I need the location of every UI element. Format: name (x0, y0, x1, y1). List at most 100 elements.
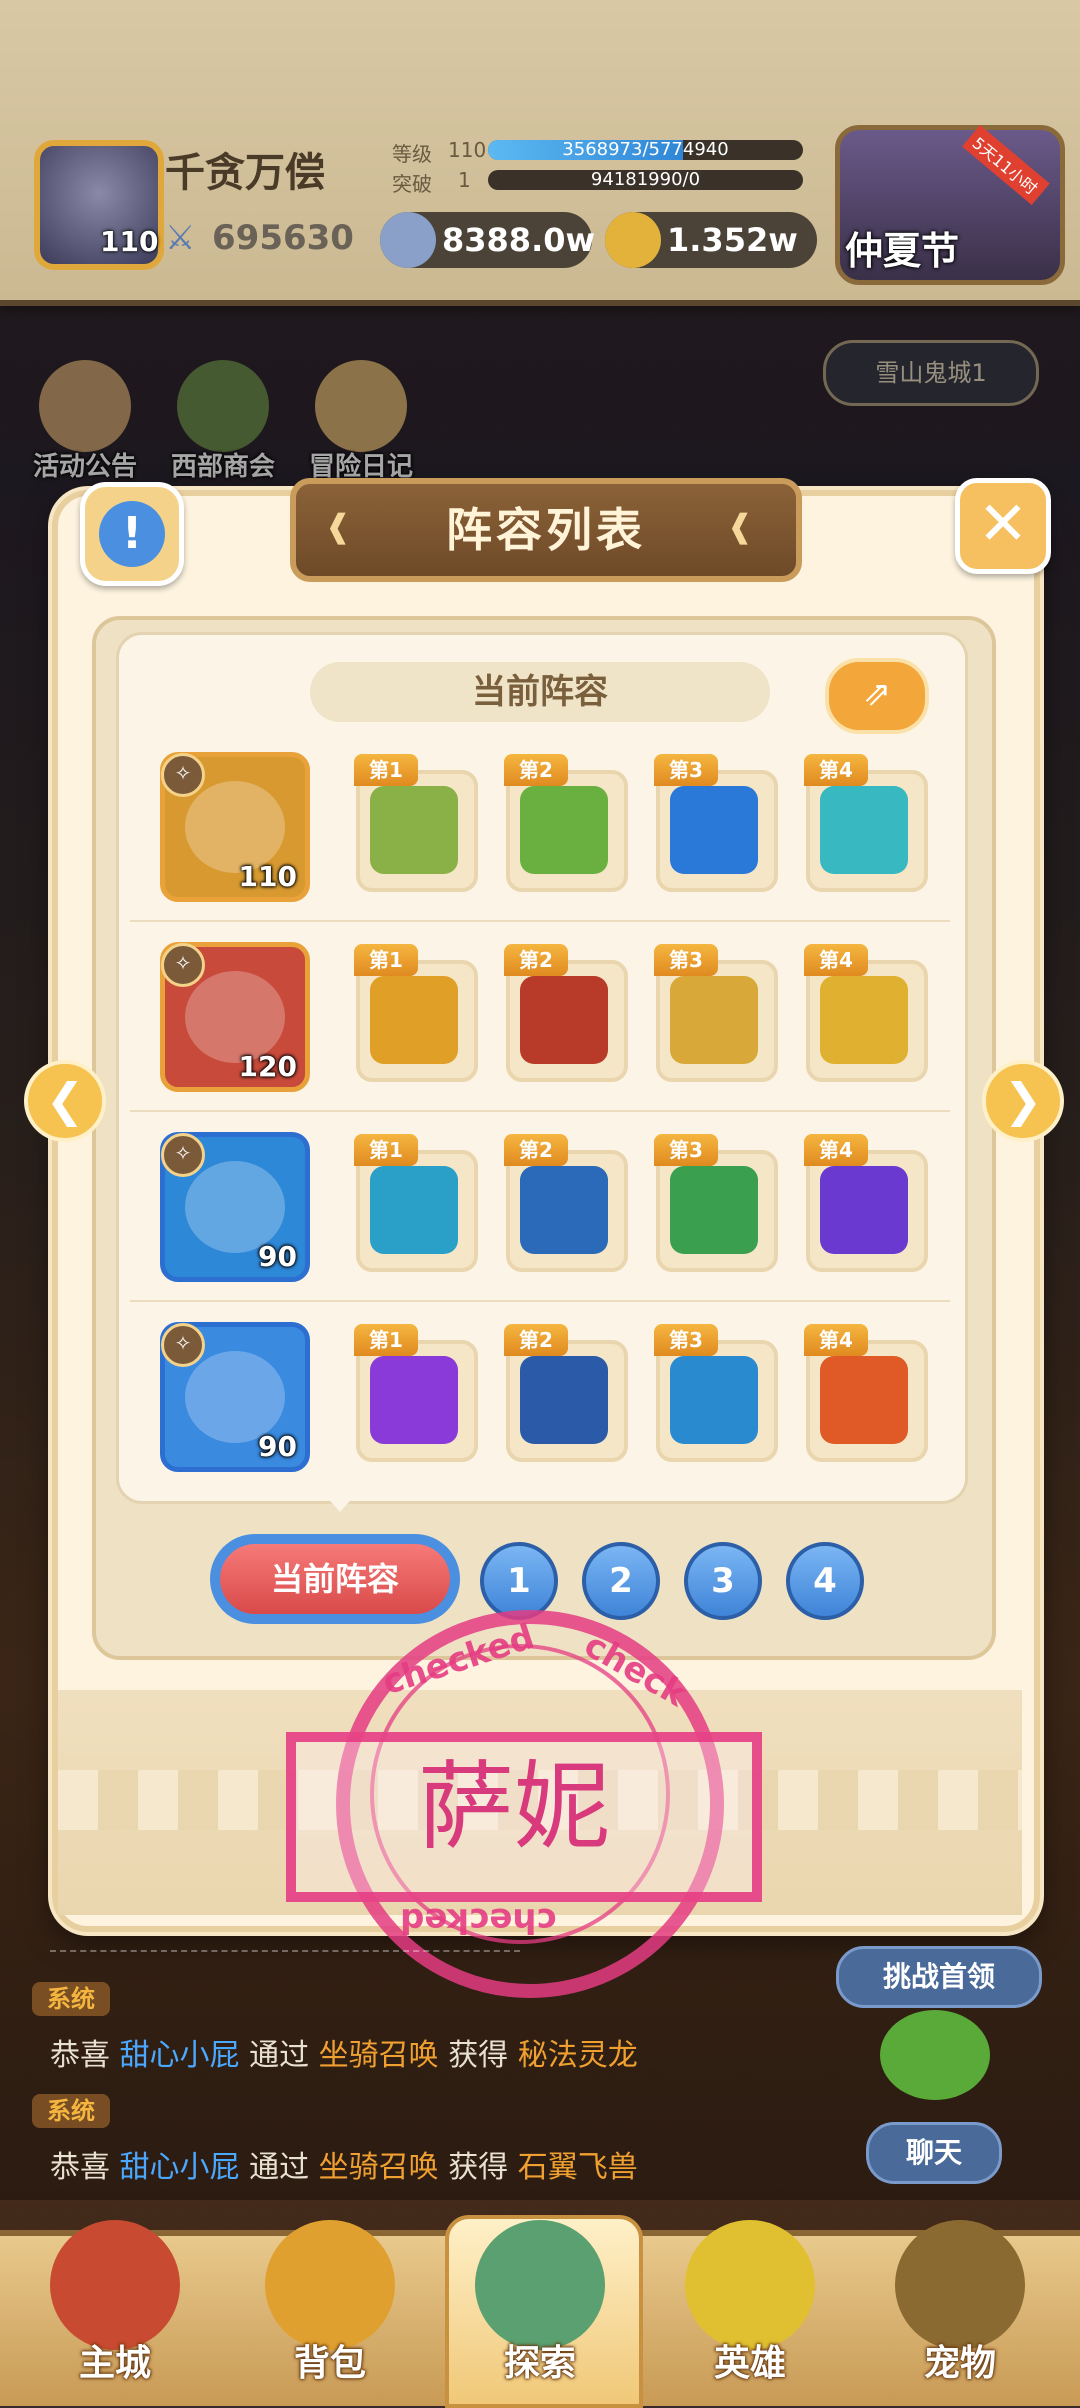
stamp-bottom-text: checked (400, 1900, 557, 1940)
skill-slot[interactable]: 第1 (354, 1324, 478, 1462)
card-pointer (322, 1492, 358, 1512)
map-scroll-icon (475, 2220, 605, 2350)
skill-order-tag: 第4 (804, 754, 868, 786)
chat-message: 恭喜 甜心小屁 通过 坐骑召唤 获得 石翼飞兽 (50, 2142, 638, 2186)
dragon-eye-skill-icon (520, 976, 608, 1064)
chat-reward: 石翼飞兽 (517, 2150, 638, 2185)
tab-current-team[interactable]: 当前阵容 (210, 1534, 460, 1624)
chat-source: 坐骑召唤 (318, 2150, 439, 2185)
silver-value: 8388.0w (442, 221, 596, 259)
hero-slot[interactable]: ✧ 90 (160, 1322, 310, 1472)
rank-label: 等级 (392, 142, 432, 166)
skill-slot[interactable]: 第4 (804, 754, 928, 892)
chat-text: 获得 (448, 2038, 509, 2073)
skill-slot[interactable]: 第3 (654, 754, 778, 892)
skill-order-tag: 第3 (654, 944, 718, 976)
pet-egg-icon (895, 2220, 1025, 2350)
skill-slot[interactable]: 第1 (354, 754, 478, 892)
skill-order-tag: 第4 (804, 1324, 868, 1356)
hero-face-icon (685, 2220, 815, 2350)
element-badge-icon: ✧ (161, 753, 205, 797)
challenge-boss-button[interactable]: 挑战首领 (836, 1946, 1042, 2008)
gold-currency[interactable]: 1.352w (605, 212, 817, 268)
nav-label: 探索 (503, 2343, 576, 2384)
skill-order-tag: 第4 (804, 1134, 868, 1166)
share-button[interactable]: ⇗ (825, 658, 929, 734)
tab-team-4[interactable]: 4 (786, 1542, 864, 1620)
skill-slot[interactable]: 第4 (804, 1324, 928, 1462)
nav-label: 背包 (293, 2343, 366, 2384)
ice-staff-skill-icon (670, 1356, 758, 1444)
skill-slot[interactable]: 第4 (804, 1134, 928, 1272)
hero-level: 110 (238, 860, 297, 893)
skill-slot[interactable]: 第2 (504, 1134, 628, 1272)
nav-label: 英雄 (713, 2343, 786, 2384)
nav-label: 主城 (78, 2343, 151, 2384)
hero-slot[interactable]: ✧ 120 (160, 942, 310, 1092)
skill-slot[interactable]: 第1 (354, 1134, 478, 1272)
info-button[interactable]: ! (80, 482, 184, 586)
skill-slot[interactable]: 第2 (504, 1324, 628, 1462)
chat-player[interactable]: 甜心小屁 (120, 2150, 240, 2185)
event-label: 仲夏节 (845, 229, 960, 273)
chat-text: 恭喜 (50, 2038, 110, 2073)
row-divider (130, 1300, 950, 1302)
skill-order-tag: 第2 (504, 1324, 568, 1356)
gold-value: 1.352w (667, 221, 798, 259)
arcane-circle-skill-icon (370, 1356, 458, 1444)
tab-team-1[interactable]: 1 (480, 1542, 558, 1620)
chat-divider (50, 1950, 520, 1952)
hero-level: 90 (258, 1240, 297, 1273)
nav-hero[interactable]: 英雄 (655, 2220, 845, 2400)
leaf-skill-icon (370, 1166, 458, 1254)
title-swirl-right-icon: ❰ (726, 507, 754, 545)
skill-slot[interactable]: 第1 (354, 944, 478, 1082)
chat-button[interactable]: 聊天 (866, 2122, 1002, 2184)
tab-team-3[interactable]: 3 (684, 1542, 762, 1620)
power-value: 695630 (212, 218, 354, 258)
chevron-left-icon: ❮ (45, 1073, 85, 1127)
backpack-icon (265, 2220, 395, 2350)
row-divider (130, 920, 950, 922)
skill-order-tag: 第2 (504, 944, 568, 976)
tab-team-2[interactable]: 2 (582, 1542, 660, 1620)
skill-slot[interactable]: 第2 (504, 754, 628, 892)
skill-slot[interactable]: 第2 (504, 944, 628, 1082)
skill-order-tag: 第3 (654, 1134, 718, 1166)
ghost-skill-icon (820, 786, 908, 874)
hero-level: 120 (238, 1050, 297, 1083)
silver-currency[interactable]: 8388.0w (380, 212, 596, 268)
share-icon: ⇗ (862, 674, 892, 714)
hero-slot[interactable]: ✧ 110 (160, 752, 310, 902)
skill-slot[interactable]: 第4 (804, 944, 928, 1082)
skill-slot[interactable]: 第3 (654, 1324, 778, 1462)
golden-dragon-skill-icon (820, 976, 908, 1064)
red-mask-skill-icon (520, 1356, 608, 1444)
system-tag: 系统 (32, 1982, 110, 2016)
chat-message: 恭喜 甜心小屁 通过 坐骑召唤 获得 秘法灵龙 (50, 2030, 638, 2074)
nav-backpack[interactable]: 背包 (235, 2220, 425, 2400)
skill-order-tag: 第3 (654, 754, 718, 786)
next-arrow-button[interactable]: ❯ (982, 1060, 1064, 1142)
row-divider (130, 1110, 950, 1112)
break-label: 突破 (392, 172, 432, 196)
close-icon: ✕ (977, 489, 1029, 559)
skill-order-tag: 第1 (354, 944, 418, 976)
nav-main-city[interactable]: 主城 (20, 2220, 210, 2400)
tree-guardian-skill-icon (520, 1166, 608, 1254)
prev-arrow-button[interactable]: ❮ (24, 1060, 106, 1142)
nav-pet[interactable]: 宠物 (865, 2220, 1055, 2400)
chat-bubble-icon[interactable] (880, 2010, 990, 2100)
skill-slot[interactable]: 第3 (654, 944, 778, 1082)
break-value: 1 (458, 168, 471, 192)
nav-explore[interactable]: 探索 (445, 2220, 635, 2400)
break-text: 94181990/0 (590, 169, 701, 190)
skill-slot[interactable]: 第3 (654, 1134, 778, 1272)
skill-order-tag: 第3 (654, 1324, 718, 1356)
skill-order-tag: 第1 (354, 1134, 418, 1166)
close-button[interactable]: ✕ (955, 478, 1051, 574)
hero-slot[interactable]: ✧ 90 (160, 1132, 310, 1282)
chat-text: 恭喜 (50, 2150, 110, 2185)
chat-player[interactable]: 甜心小屁 (120, 2038, 240, 2073)
element-badge-icon: ✧ (161, 1323, 205, 1367)
